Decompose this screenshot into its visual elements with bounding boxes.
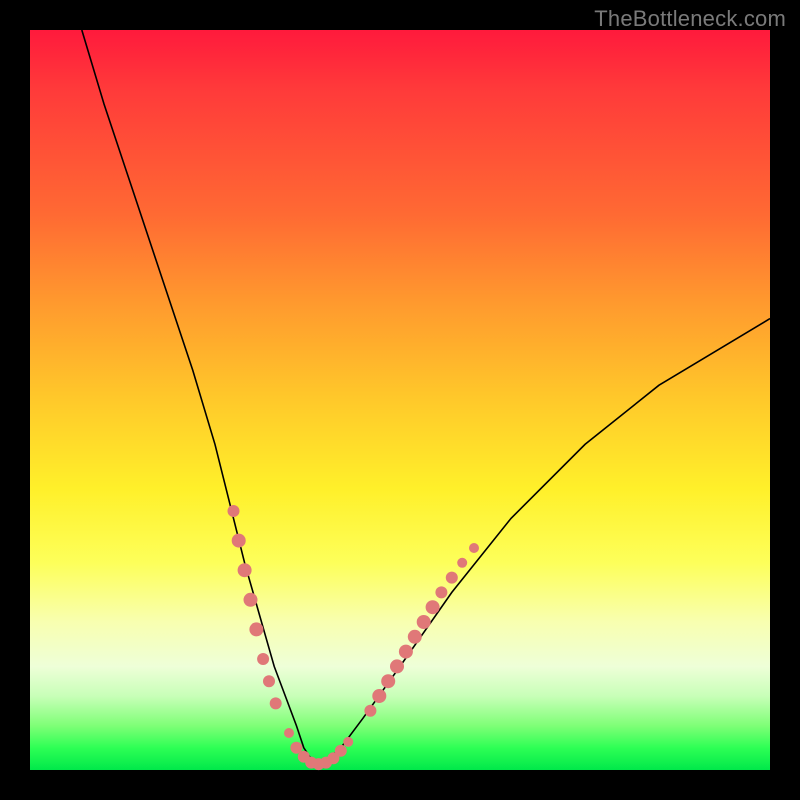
watermark-text: TheBottleneck.com — [594, 6, 786, 32]
bottleneck-curve — [82, 30, 770, 764]
chart-svg — [30, 30, 770, 770]
marker-dot — [232, 534, 246, 548]
marker-dot — [408, 630, 422, 644]
marker-dot — [270, 697, 282, 709]
marker-dot — [335, 745, 347, 757]
marker-dot — [263, 675, 275, 687]
marker-dot — [426, 600, 440, 614]
marker-dot — [446, 572, 458, 584]
marker-dot — [257, 653, 269, 665]
marker-dot — [244, 593, 258, 607]
chart-frame: TheBottleneck.com — [0, 0, 800, 800]
marker-dot — [249, 622, 263, 636]
marker-dot — [435, 586, 447, 598]
marker-dot — [457, 558, 467, 568]
marker-dot — [238, 563, 252, 577]
marker-dot — [469, 543, 479, 553]
marker-dot — [284, 728, 294, 738]
marker-dot — [228, 505, 240, 517]
marker-dot — [399, 645, 413, 659]
marker-dot — [343, 737, 353, 747]
marker-dot — [372, 689, 386, 703]
marker-dot — [364, 705, 376, 717]
marker-dot — [390, 659, 404, 673]
marker-dot — [417, 615, 431, 629]
plot-area — [30, 30, 770, 770]
marker-dot — [381, 674, 395, 688]
